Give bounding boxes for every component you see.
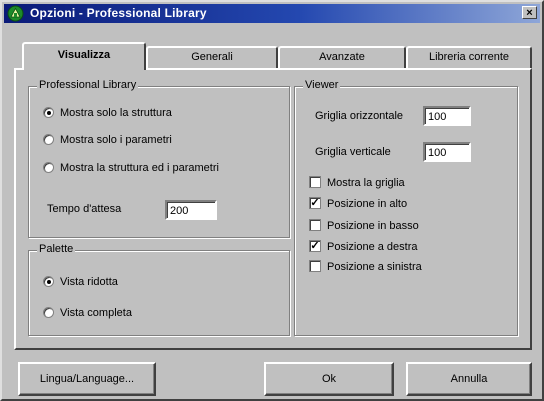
option-label: Mostra la griglia	[327, 177, 405, 189]
grid-vertical-label: Griglia verticale	[315, 146, 391, 158]
option-label: Posizione in alto	[327, 198, 408, 210]
tab-libreria-corrente[interactable]: Libreria corrente	[406, 46, 532, 68]
tab-panel-visualizza: Professional Library Mostra solo la stru…	[14, 68, 532, 350]
radio-indicator	[43, 275, 54, 287]
radio-mostra-struttura[interactable]: Mostra solo la struttura	[43, 105, 172, 121]
title-bar[interactable]: Opzioni - Professional Library ×	[4, 4, 540, 23]
tab-generali[interactable]: Generali	[146, 46, 278, 68]
grid-horizontal-field[interactable]: 100	[423, 106, 471, 126]
window-title: Opzioni - Professional Library	[30, 6, 207, 20]
option-label: Posizione in basso	[327, 220, 419, 232]
language-button[interactable]: Lingua/Language...	[18, 362, 156, 396]
professional-library-group: Professional Library Mostra solo la stru…	[28, 79, 290, 238]
check-mark-icon: ✓	[309, 197, 321, 210]
palette-group: Palette Vista ridotta Vista completa	[28, 243, 290, 336]
check-posizione-alto[interactable]: ✓ Posizione in alto	[309, 196, 407, 212]
check-posizione-basso[interactable]: Posizione in basso	[309, 218, 419, 234]
option-label: Posizione a sinistra	[327, 261, 422, 273]
viewer-group: Viewer Griglia orizzontale 100 Griglia v…	[294, 79, 518, 336]
wait-time-field[interactable]: 200	[165, 200, 217, 220]
check-mostra-griglia[interactable]: Mostra la griglia	[309, 175, 405, 191]
group-title: Palette	[37, 243, 76, 255]
grid-horizontal-label: Griglia orizzontale	[315, 110, 404, 122]
radio-indicator	[43, 106, 54, 118]
radio-vista-completa[interactable]: Vista completa	[43, 305, 132, 321]
wait-time-label: Tempo d'attesa	[47, 203, 122, 215]
option-label: Mostra la struttura ed i parametri	[60, 162, 219, 174]
tab-visualizza[interactable]: Visualizza	[22, 42, 146, 70]
radio-indicator	[43, 161, 54, 173]
option-label: Mostra solo la struttura	[60, 107, 172, 119]
radio-mostra-parametri[interactable]: Mostra solo i parametri	[43, 132, 172, 148]
option-label: Vista completa	[60, 307, 132, 319]
tab-label: Libreria corrente	[428, 51, 510, 63]
radio-indicator	[43, 306, 54, 318]
radio-indicator	[43, 133, 54, 145]
ok-button[interactable]: Ok	[264, 362, 394, 396]
tab-label: Avanzate	[319, 51, 365, 63]
cancel-button[interactable]: Annulla	[406, 362, 532, 396]
option-label: Posizione a destra	[327, 241, 418, 253]
tab-label: Visualizza	[57, 49, 111, 61]
options-dialog: Opzioni - Professional Library × Visuali…	[0, 0, 544, 401]
grid-vertical-field[interactable]: 100	[423, 142, 471, 162]
group-title: Viewer	[303, 79, 341, 91]
check-posizione-destra[interactable]: ✓ Posizione a destra	[309, 239, 418, 255]
check-mark-icon: ✓	[309, 240, 321, 253]
radio-vista-ridotta[interactable]: Vista ridotta	[43, 274, 118, 290]
tab-avanzate[interactable]: Avanzate	[278, 46, 406, 68]
radio-mostra-struttura-parametri[interactable]: Mostra la struttura ed i parametri	[43, 160, 219, 176]
close-icon: ×	[526, 7, 533, 19]
checkbox-indicator	[309, 260, 321, 273]
option-label: Vista ridotta	[60, 276, 118, 288]
group-title: Professional Library	[37, 79, 139, 91]
app-icon	[7, 5, 24, 22]
checkbox-indicator	[309, 176, 321, 189]
close-button[interactable]: ×	[522, 6, 537, 19]
checkbox-indicator	[309, 219, 321, 232]
option-label: Mostra solo i parametri	[60, 134, 172, 146]
tab-label: Generali	[191, 51, 233, 63]
check-posizione-sinistra[interactable]: Posizione a sinistra	[309, 259, 422, 275]
